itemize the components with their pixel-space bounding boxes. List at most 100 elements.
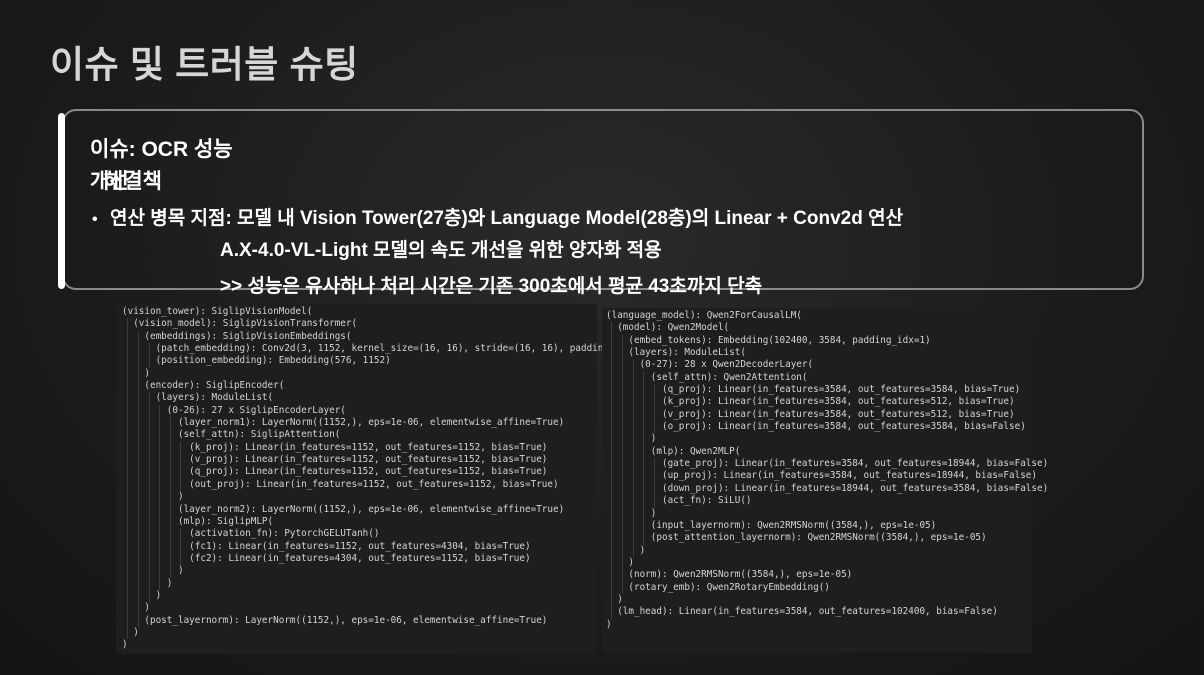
result-line: >> 성능은 유사하나 처리 시간은 기존 300초에서 평균 43초까지 단축 bbox=[220, 276, 763, 297]
code-line: ) bbox=[122, 565, 184, 578]
code-line: (embeddings): SiglipVisionEmbeddings( bbox=[122, 330, 352, 344]
indent-guide bbox=[159, 552, 161, 566]
indent-guide bbox=[643, 445, 645, 459]
indent-guide bbox=[159, 515, 161, 529]
indent-guide bbox=[127, 466, 129, 479]
indent-guide bbox=[621, 581, 623, 594]
indent-guide bbox=[611, 384, 613, 397]
code-line: (v_proj): Linear(in_features=1152, out_f… bbox=[122, 454, 548, 467]
indent-guide bbox=[611, 371, 613, 385]
issue-summary-box: 이슈: OCR 성능 개선 해결책 • 연산 병목 지점: 모델 내 Vision… bbox=[58, 109, 1144, 297]
indent-guide bbox=[127, 343, 129, 356]
indent-guide bbox=[653, 458, 655, 471]
code-line: ) bbox=[122, 367, 150, 381]
indent-guide bbox=[611, 408, 613, 422]
indent-guide bbox=[611, 334, 613, 348]
indent-guide bbox=[137, 417, 139, 430]
indent-guide bbox=[159, 491, 161, 504]
vision-tower-code-panel: (vision_tower): SiglipVisionModel( (visi… bbox=[116, 304, 648, 654]
indent-guide bbox=[611, 593, 613, 607]
indent-guide bbox=[159, 404, 161, 418]
indent-guide bbox=[621, 445, 623, 459]
indent-guide bbox=[632, 396, 634, 409]
indent-guide bbox=[148, 417, 150, 430]
indent-guide bbox=[148, 478, 150, 492]
indent-guide bbox=[137, 404, 139, 418]
indent-guide bbox=[169, 429, 171, 442]
indent-guide bbox=[127, 577, 129, 590]
indent-guide bbox=[632, 445, 634, 459]
indent-guide bbox=[169, 417, 171, 430]
code-line: (mlp): SiglipMLP( bbox=[122, 515, 274, 529]
indent-guide bbox=[621, 408, 623, 422]
indent-guide bbox=[643, 482, 645, 496]
indent-guide bbox=[127, 318, 129, 331]
indent-guide bbox=[148, 392, 150, 405]
code-line: (post_layernorm): LayerNorm((1152,), eps… bbox=[122, 614, 548, 627]
indent-guide bbox=[621, 347, 623, 360]
indent-guide bbox=[127, 429, 129, 442]
indent-guide bbox=[632, 371, 634, 385]
indent-guide bbox=[632, 495, 634, 508]
indent-guide bbox=[169, 528, 171, 541]
indent-guide bbox=[643, 519, 645, 533]
indent-guide bbox=[621, 371, 623, 385]
code-line: (input_layernorm): Qwen2RMSNorm((3584,),… bbox=[606, 519, 937, 533]
code-line: (gate_proj): Linear(in_features=3584, ou… bbox=[606, 458, 1049, 471]
indent-guide bbox=[159, 528, 161, 541]
indent-guide bbox=[159, 478, 161, 492]
code-line: (0-26): 27 x SiglipEncoderLayer( bbox=[122, 404, 346, 418]
indent-guide bbox=[159, 441, 161, 455]
indent-guide bbox=[643, 433, 645, 446]
language-model-code-panel: (language_model): Qwen2ForCausalLM( (mod… bbox=[602, 308, 1049, 653]
code-line: (k_proj): Linear(in_features=3584, out_f… bbox=[606, 396, 1015, 409]
indent-guide bbox=[611, 569, 613, 582]
indent-guide bbox=[643, 408, 645, 422]
indent-guide bbox=[137, 429, 139, 442]
indent-guide bbox=[621, 433, 623, 446]
indent-guide bbox=[632, 482, 634, 496]
indent-guide bbox=[127, 355, 129, 368]
indent-guide bbox=[148, 355, 150, 368]
indent-guide bbox=[653, 482, 655, 496]
code-line: (lm_head): Linear(in_features=3584, out_… bbox=[606, 606, 998, 619]
indent-guide bbox=[137, 589, 139, 603]
indent-guide bbox=[127, 626, 129, 640]
code-line: ) bbox=[606, 433, 657, 446]
indent-guide bbox=[137, 577, 139, 590]
indent-guide bbox=[180, 540, 182, 553]
indent-guide bbox=[169, 478, 171, 492]
indent-guide bbox=[169, 466, 171, 479]
quantization-line: A.X-4.0-VL-Light 모델의 속도 개선을 위한 양자화 적용 bbox=[220, 240, 662, 261]
indent-guide bbox=[169, 441, 171, 455]
code-line: ) bbox=[606, 593, 623, 607]
code-line: (embed_tokens): Embedding(102400, 3584, … bbox=[606, 334, 931, 348]
indent-guide bbox=[148, 552, 150, 566]
indent-guide bbox=[127, 515, 129, 529]
indent-guide bbox=[127, 614, 129, 627]
code-line: ) bbox=[606, 618, 612, 630]
code-line: (layers): ModuleList( bbox=[122, 392, 274, 405]
indent-guide bbox=[621, 384, 623, 397]
indent-guide bbox=[621, 544, 623, 557]
indent-guide bbox=[137, 380, 139, 393]
indent-guide bbox=[632, 507, 634, 520]
indent-guide bbox=[137, 565, 139, 578]
code-line: (q_proj): Linear(in_features=3584, out_f… bbox=[606, 384, 1021, 397]
bullet-dot-icon: • bbox=[92, 211, 98, 228]
indent-guide bbox=[611, 606, 613, 619]
indent-guide bbox=[159, 503, 161, 516]
code-line: (vision_tower): SiglipVisionModel( bbox=[122, 306, 313, 317]
indent-guide bbox=[653, 384, 655, 397]
indent-guide bbox=[127, 330, 129, 344]
indent-guide bbox=[611, 470, 613, 483]
indent-guide bbox=[643, 495, 645, 508]
indent-guide bbox=[159, 540, 161, 553]
indent-guide bbox=[643, 532, 645, 545]
indent-guide bbox=[621, 421, 623, 434]
indent-guide bbox=[137, 454, 139, 467]
code-line: (layer_norm1): LayerNorm((1152,), eps=1e… bbox=[122, 417, 565, 430]
bottleneck-bullet: • 연산 병목 지점: 모델 내 Vision Tower(27층)와 Langu… bbox=[92, 203, 903, 230]
indent-guide bbox=[643, 384, 645, 397]
indent-guide bbox=[632, 408, 634, 422]
